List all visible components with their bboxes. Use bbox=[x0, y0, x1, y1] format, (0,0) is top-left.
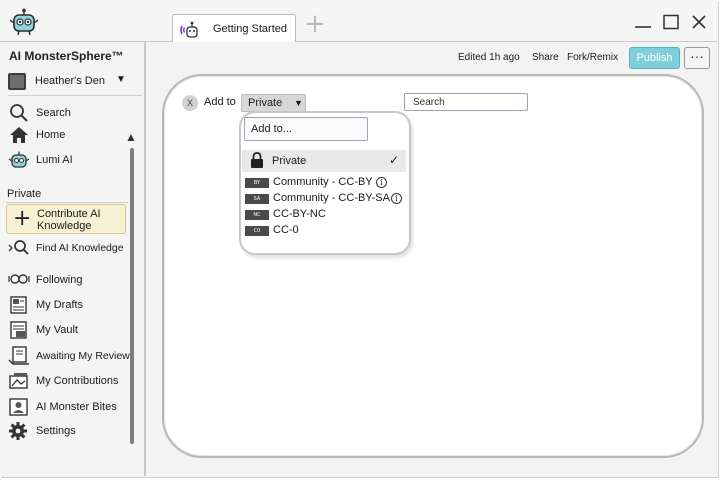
info-icon[interactable]: i bbox=[376, 177, 387, 188]
plus-icon: + bbox=[13, 206, 32, 231]
cc-0-badge-icon: C0 bbox=[245, 226, 269, 236]
sidebar-item-label: AI Monster Bites bbox=[36, 401, 117, 413]
sidebar-item-label: Home bbox=[36, 129, 66, 141]
dropdown-option-label: CC-BY-NC bbox=[273, 208, 326, 220]
sidebar-item-awaiting-my-review[interactable]: Awaiting My Review bbox=[8, 345, 130, 367]
sidebar-item-find-ai-knowledge[interactable]: Find AI Knowledge bbox=[8, 237, 130, 259]
dropdown-option-private[interactable]: Private ✓ bbox=[242, 150, 406, 172]
review-icon bbox=[8, 346, 29, 365]
fork-remix-link[interactable]: Fork/Remix bbox=[567, 52, 618, 63]
privacy-select-value: Private bbox=[248, 97, 283, 109]
minimize-icon[interactable] bbox=[634, 14, 652, 30]
dropdown-option-label: Community - CC-BY-SA bbox=[273, 192, 390, 204]
sidebar: AI MonsterSphere™ Heather's Den ▼ Search… bbox=[0, 42, 146, 476]
chevron-down-icon: ▼ bbox=[116, 74, 126, 85]
sidebar-item-label: My Vault bbox=[36, 324, 78, 336]
sidebar-item-label: Search bbox=[36, 107, 71, 119]
sidebar-item-home[interactable]: Home bbox=[8, 124, 130, 146]
add-to-input[interactable] bbox=[244, 117, 368, 141]
app-title: AI MonsterSphere™ bbox=[9, 49, 124, 63]
sidebar-item-label: Settings bbox=[36, 425, 76, 437]
contribute-ai-knowledge-button[interactable]: + Contribute AI Knowledge bbox=[6, 204, 126, 234]
dropdown-option-cc-by-nc[interactable]: NC CC-BY-NC bbox=[245, 208, 405, 222]
dropdown-option-cc-by[interactable]: BY Community - CC-BY i bbox=[245, 176, 405, 190]
find-knowledge-icon bbox=[8, 240, 29, 255]
sidebar-item-label: Awaiting My Review bbox=[36, 350, 130, 362]
robot-icon bbox=[8, 151, 30, 168]
privacy-select[interactable]: Private ▼ bbox=[241, 94, 306, 112]
add-to-label: Add to bbox=[204, 96, 236, 108]
tab-label: Getting Started bbox=[213, 23, 287, 35]
sidebar-item-search[interactable]: Search bbox=[8, 102, 130, 124]
drafts-icon bbox=[10, 296, 27, 314]
chevron-down-icon: ▼ bbox=[294, 98, 303, 108]
search-icon bbox=[10, 104, 28, 122]
close-icon[interactable] bbox=[690, 14, 708, 30]
cc-by-sa-badge-icon: SA bbox=[245, 194, 269, 204]
sidebar-item-lumi-ai[interactable]: Lumi AI bbox=[8, 149, 130, 171]
vault-icon bbox=[10, 321, 27, 339]
dropdown-option-cc-0[interactable]: C0 CC-0 bbox=[245, 224, 405, 238]
tab-getting-started[interactable]: Getting Started bbox=[172, 14, 296, 42]
search-input[interactable] bbox=[404, 93, 528, 111]
workspace-label: Heather's Den bbox=[35, 75, 105, 87]
share-link[interactable]: Share bbox=[532, 52, 559, 63]
following-icon bbox=[8, 274, 30, 284]
dropdown-option-label: Community - CC-BY bbox=[273, 176, 373, 188]
divider bbox=[6, 202, 128, 203]
scroll-up-icon[interactable]: ▲ bbox=[125, 130, 137, 144]
section-heading-private: Private bbox=[7, 188, 42, 200]
lock-icon bbox=[251, 152, 263, 168]
info-icon[interactable]: i bbox=[391, 193, 402, 204]
sidebar-scrollbar[interactable] bbox=[130, 148, 134, 444]
sidebar-item-label: My Drafts bbox=[36, 299, 84, 311]
sidebar-item-my-vault[interactable]: My Vault bbox=[8, 319, 130, 341]
cc-by-nc-badge-icon: NC bbox=[245, 210, 269, 220]
workspace-selector[interactable]: Heather's Den ▼ bbox=[8, 71, 142, 96]
dropdown-option-cc-by-sa[interactable]: SA Community - CC-BY-SA i bbox=[245, 192, 405, 206]
cc-by-badge-icon: BY bbox=[245, 178, 269, 188]
more-options-button[interactable]: ··· bbox=[684, 47, 710, 69]
checkmark-icon: ✓ bbox=[389, 153, 400, 167]
sidebar-item-my-contributions[interactable]: My Contributions bbox=[8, 370, 130, 392]
edited-status: Edited 1h ago bbox=[458, 52, 520, 63]
sidebar-item-label: My Contributions bbox=[36, 375, 119, 387]
sidebar-item-label: Lumi AI bbox=[36, 154, 73, 166]
title-bar: Getting Started + bbox=[0, 0, 717, 42]
contribute-label: Contribute AI Knowledge bbox=[37, 208, 101, 232]
sidebar-item-label: Find AI Knowledge bbox=[36, 242, 124, 254]
add-tab-button[interactable]: + bbox=[304, 11, 326, 37]
robot-mascot-icon bbox=[180, 21, 198, 38]
robot-logo-icon[interactable] bbox=[8, 8, 40, 36]
publish-button[interactable]: Publish bbox=[629, 47, 680, 69]
dropdown-option-label: CC-0 bbox=[273, 224, 299, 236]
sidebar-item-settings[interactable]: Settings bbox=[8, 420, 130, 442]
divider bbox=[8, 95, 142, 96]
contributions-icon bbox=[9, 373, 28, 389]
clear-add-to-button[interactable]: X bbox=[182, 95, 198, 111]
home-icon bbox=[10, 127, 28, 143]
sidebar-item-following[interactable]: Following bbox=[8, 269, 130, 291]
sidebar-item-label: Following bbox=[36, 274, 83, 286]
maximize-icon[interactable] bbox=[662, 14, 680, 30]
bites-icon bbox=[9, 398, 28, 416]
workspace-avatar bbox=[8, 73, 26, 90]
sidebar-item-my-drafts[interactable]: My Drafts bbox=[8, 294, 130, 316]
gear-icon bbox=[9, 422, 27, 440]
sidebar-item-ai-monster-bites[interactable]: AI Monster Bites bbox=[8, 396, 130, 418]
dropdown-option-label: Private bbox=[272, 155, 307, 167]
